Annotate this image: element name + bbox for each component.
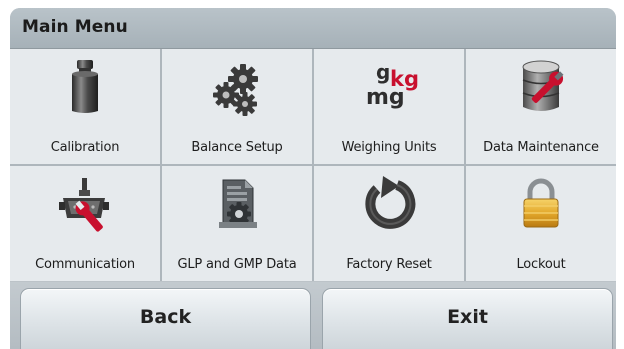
units-icon-g: g: [376, 60, 390, 84]
tile-label: GLP and GMP Data: [177, 257, 297, 272]
weight-icon: [10, 55, 160, 121]
menu-tile-weighing-units[interactable]: g kg mg Weighing Units: [314, 49, 464, 164]
menu-tile-calibration[interactable]: Calibration: [10, 49, 160, 164]
bottom-bar: Back Exit: [10, 282, 616, 349]
gears-icon: [162, 55, 312, 121]
back-button-label: Back: [139, 306, 192, 328]
database-wrench-icon: [466, 55, 616, 121]
tile-label: Balance Setup: [191, 140, 283, 155]
units-icon: g kg mg: [314, 55, 464, 121]
units-icon-mg: mg: [366, 85, 405, 110]
tile-label: Factory Reset: [346, 257, 432, 272]
tile-label: Calibration: [50, 140, 120, 155]
menu-tile-factory-reset[interactable]: Factory Reset: [314, 166, 464, 281]
menu-tile-balance-setup[interactable]: Balance Setup: [162, 49, 312, 164]
exit-button[interactable]: Exit: [322, 288, 613, 349]
padlock-icon: [466, 172, 616, 238]
tile-label: Weighing Units: [341, 140, 437, 155]
reset-arrow-icon: [314, 172, 464, 238]
main-menu-screen: Main Menu Calibration Balance Setup g kg…: [10, 8, 616, 349]
menu-tile-data-maintenance[interactable]: Data Maintenance: [466, 49, 616, 164]
connector-wrench-icon: [10, 172, 160, 238]
exit-button-label: Exit: [447, 306, 488, 328]
back-button[interactable]: Back: [20, 288, 311, 349]
menu-tile-lockout[interactable]: Lockout: [466, 166, 616, 281]
tile-label: Lockout: [516, 257, 566, 272]
title-bar: Main Menu: [10, 8, 616, 49]
document-gear-icon: [162, 172, 312, 238]
menu-tile-glp-gmp-data[interactable]: GLP and GMP Data: [162, 166, 312, 281]
tile-label: Data Maintenance: [483, 140, 599, 155]
menu-grid: Calibration Balance Setup g kg mg Weighi…: [10, 49, 616, 281]
menu-tile-communication[interactable]: Communication: [10, 166, 160, 281]
tile-label: Communication: [35, 257, 135, 272]
page-title: Main Menu: [22, 17, 128, 37]
